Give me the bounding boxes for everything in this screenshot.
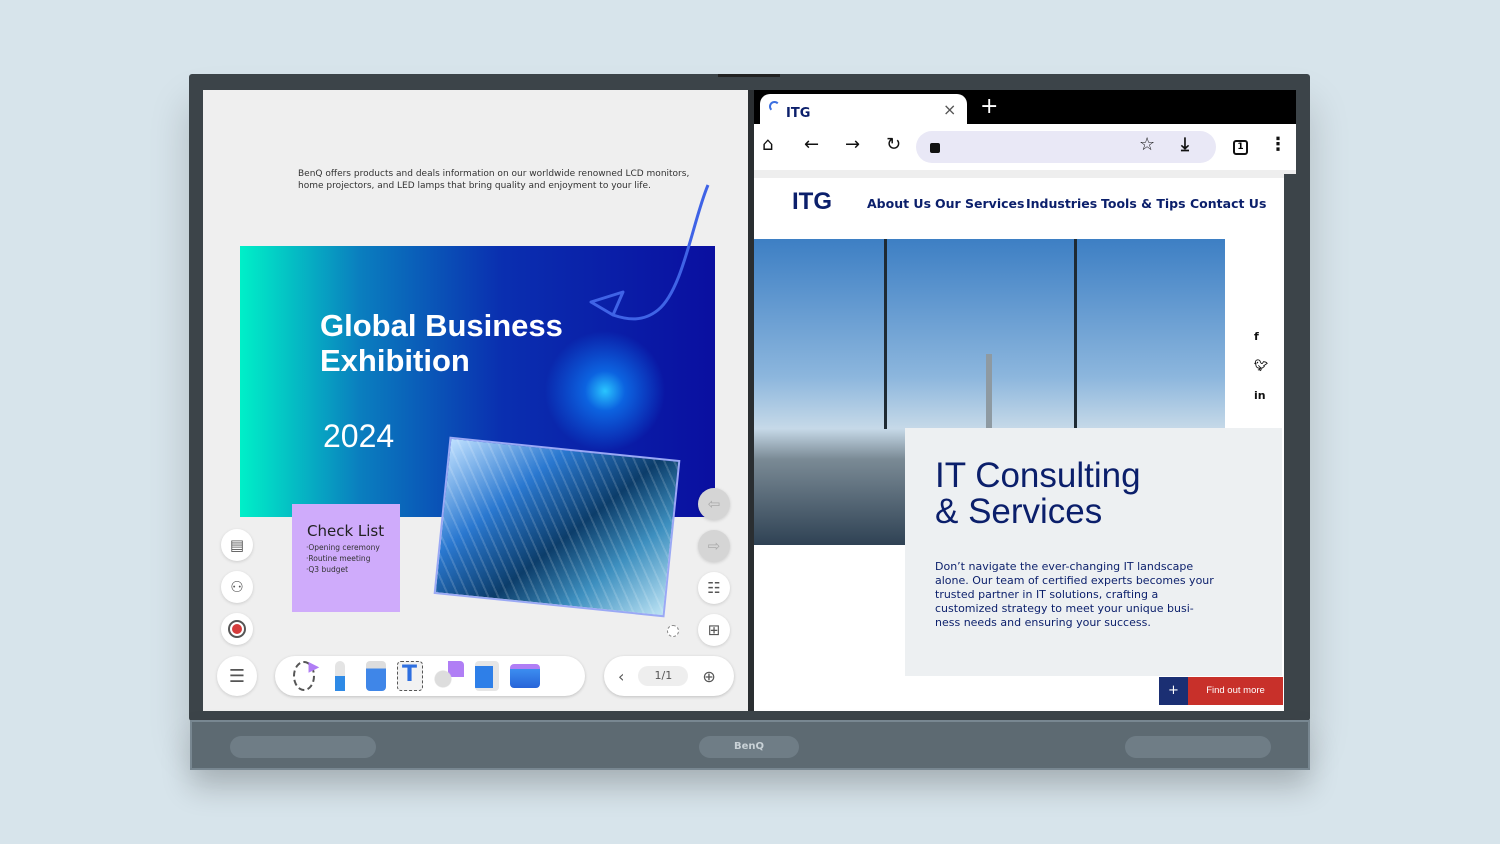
pen-icon[interactable] [335,661,345,691]
toolbox-icon[interactable] [509,664,540,688]
browser-tab[interactable]: ITG × [760,94,967,126]
page-zoom-icon[interactable]: ⊞ [698,614,730,646]
shapes-icon[interactable] [433,661,464,691]
home-icon[interactable]: ⌂ [762,134,773,155]
checklist-sticky-note[interactable]: Check List ·Opening ceremony ·Routine me… [292,504,400,612]
close-tab-icon[interactable]: × [943,100,956,119]
hero-description: Don’t navigate the ever-changing IT land… [935,560,1214,629]
tab-title: ITG [786,106,811,121]
browser-window: ITG × + ⌂ ← → ↻ ☆ ⤓ 1 ⋮ ITG About Us Our… [754,90,1296,711]
headline-line-1: IT Consulting [935,456,1141,495]
nav-industries[interactable]: Industries [1026,196,1097,211]
previous-page-icon[interactable]: ‹ [618,667,624,686]
add-user-icon[interactable]: ⚇ [221,571,253,603]
lock-icon [930,143,940,153]
building-photo[interactable] [433,436,681,618]
banner-title: Global Business Exhibition [320,308,563,378]
new-tab-icon[interactable]: + [980,94,998,119]
record-icon[interactable] [221,613,253,645]
rotate-handle-icon[interactable] [667,625,679,637]
tool-bar: ▶ T [275,656,585,696]
camera-bar [718,74,780,77]
nav-about-us[interactable]: About Us [867,196,931,211]
nav-tools-tips[interactable]: Tools & Tips [1101,196,1186,211]
ink-arrow-stroke[interactable] [573,180,723,340]
headline-line-2: & Services [935,492,1103,531]
tab-count-button[interactable]: 1 [1233,140,1248,155]
hero-content-card: IT Consulting & Services Don’t navigate t… [905,428,1282,676]
page-indicator[interactable]: 1/1 [638,666,689,686]
nav-our-services[interactable]: Our Services [935,196,1024,211]
whiteboard-panel[interactable]: BenQ offers products and deals informati… [203,90,748,711]
loading-spinner-icon [769,101,780,112]
scrollbar[interactable] [1284,174,1296,711]
download-icon[interactable]: ⤓ [1181,134,1189,155]
site-logo[interactable]: ITG [792,188,832,216]
sticky-title: Check List [307,522,385,540]
nav-contact-us[interactable]: Contact Us [1190,196,1266,211]
undo-icon[interactable]: ⇦ [698,488,730,520]
sticky-item: ·Q3 budget [306,565,349,574]
clipboard-icon[interactable]: ▤ [221,529,253,561]
text-icon[interactable]: T [396,661,423,691]
display-front-panel: BenQ [190,720,1310,770]
front-io-ports [230,736,376,758]
settings-panel-icon[interactable]: ☷ [698,572,730,604]
find-out-more-button[interactable]: Find out more [1188,677,1283,705]
image-icon[interactable] [474,661,499,691]
bookmark-star-icon[interactable]: ☆ [1139,134,1155,155]
control-buttons[interactable] [1125,736,1271,758]
redo-icon[interactable]: ⇨ [698,530,730,562]
eraser-icon[interactable] [365,661,386,691]
menu-icon[interactable]: ☰ [217,656,257,696]
expand-plus-button[interactable]: + [1159,677,1188,705]
add-page-icon[interactable]: ⊕ [702,667,715,686]
banner-year: 2024 [323,418,395,454]
sticky-item: ·Routine meeting [306,554,371,563]
lasso-select-icon[interactable]: ▶ [292,659,319,691]
skyscraper [986,354,992,429]
sticky-item: ·Opening ceremony [306,543,380,552]
page-navigator: ‹ 1/1 ⊕ [604,656,734,696]
brand-logo: BenQ [699,736,799,758]
page-top-edge [754,170,1296,178]
facebook-icon[interactable]: f [1254,330,1259,343]
reload-icon[interactable]: ↻ [886,134,901,155]
back-icon[interactable]: ← [804,134,819,155]
twitter-icon[interactable]: 🐦︎ [1254,359,1268,372]
address-bar[interactable] [916,131,1216,163]
linkedin-icon[interactable]: in [1254,389,1266,402]
more-menu-icon[interactable]: ⋮ [1269,134,1287,155]
forward-icon[interactable]: → [845,134,860,155]
